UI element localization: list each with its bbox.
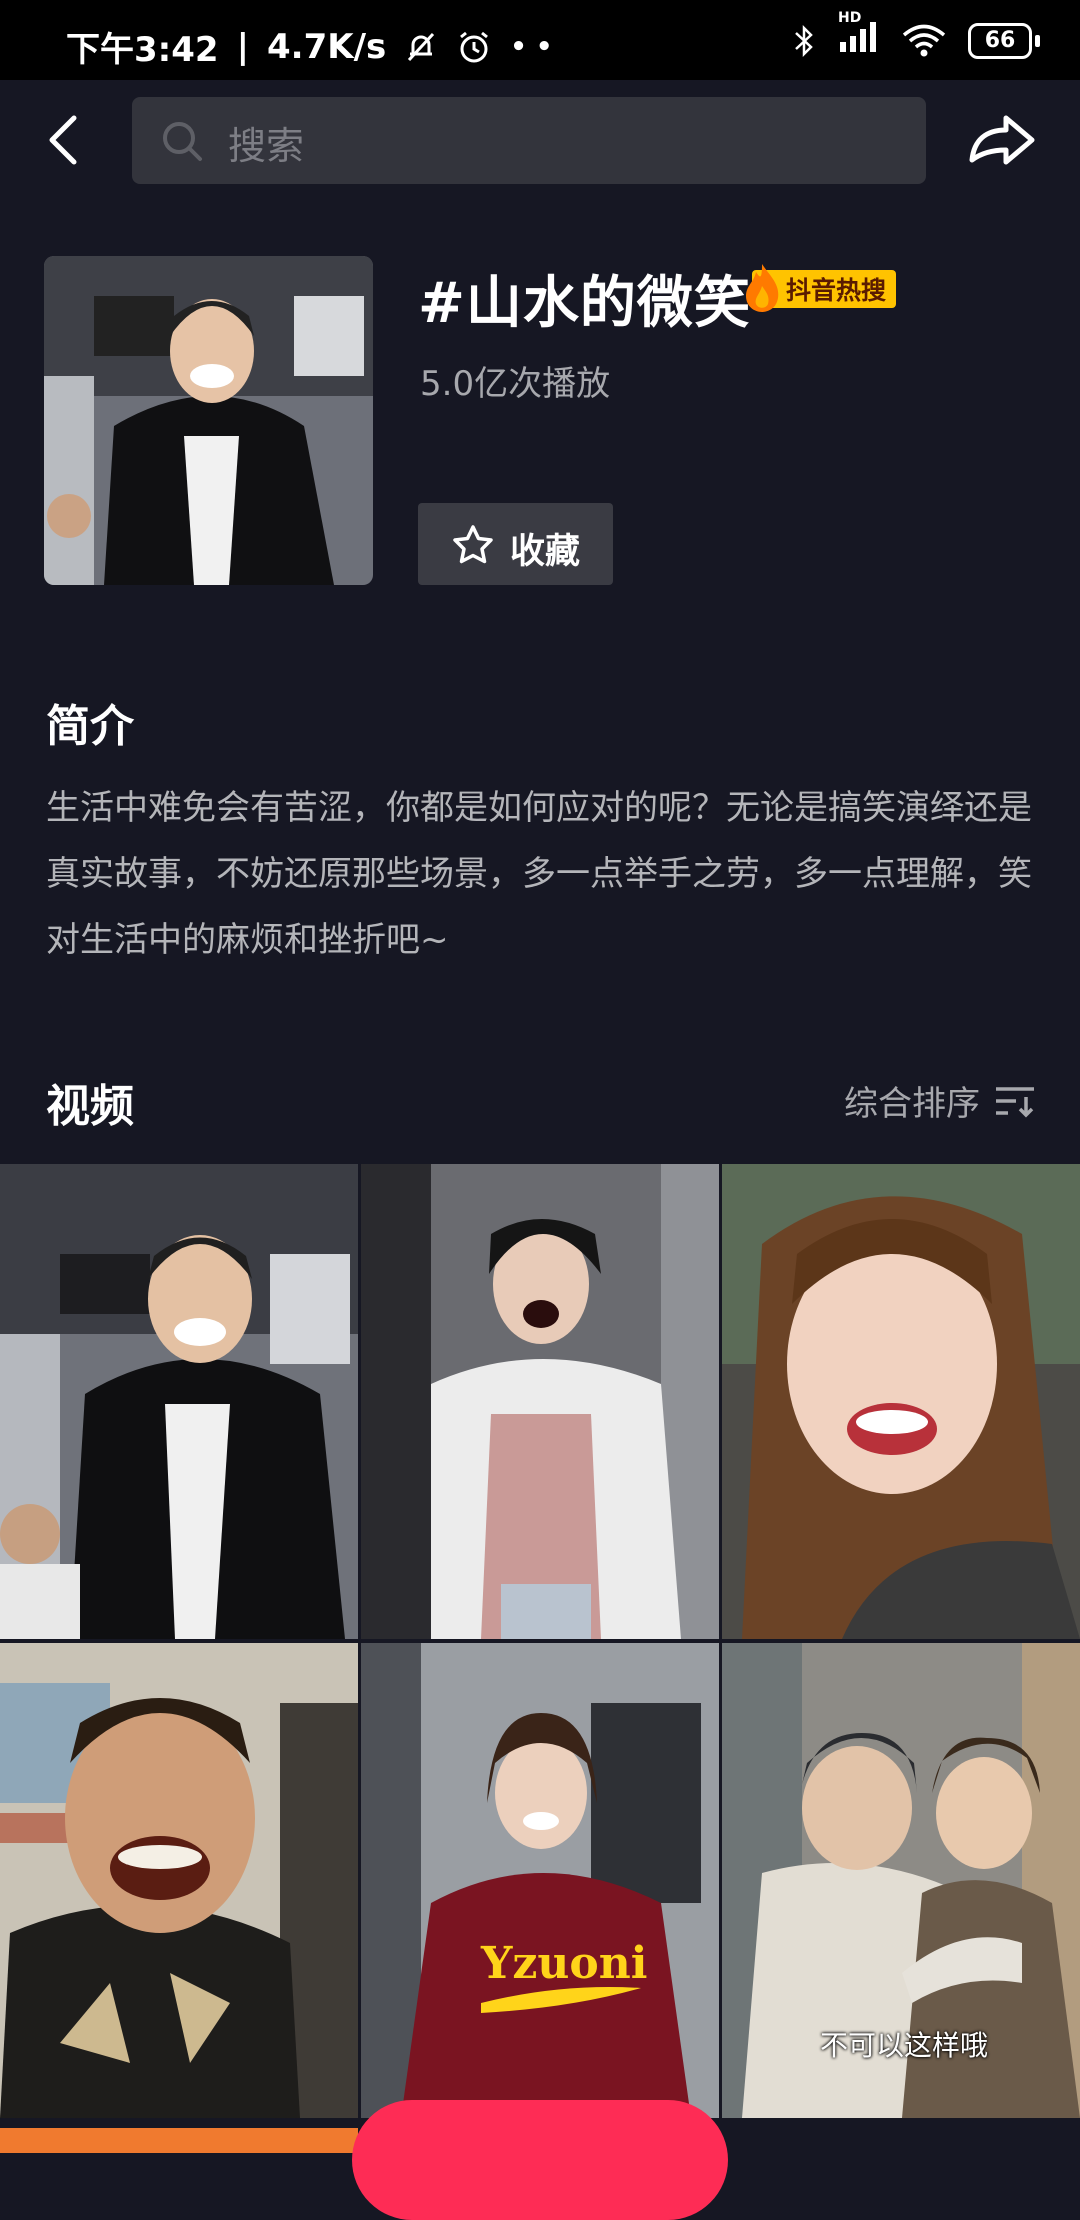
bluetooth-icon: [795, 24, 813, 57]
hd-label: HD: [838, 10, 862, 26]
play-count: 5.0亿次播放: [420, 364, 611, 404]
hot-search-badge[interactable]: 抖音热搜: [746, 264, 897, 312]
status-bar: 下午3:42 | 4.7K/s • • HD 66: [0, 0, 1080, 80]
wifi-icon: [902, 24, 946, 56]
status-net-speed: 4.7K/s: [267, 26, 387, 67]
search-placeholder: 搜索: [228, 124, 305, 168]
video-thumbnail[interactable]: [0, 1164, 358, 1639]
share-button[interactable]: [964, 102, 1040, 178]
search-icon: [163, 122, 202, 161]
battery-level: 66: [984, 28, 1016, 53]
alarm-icon: [460, 31, 489, 62]
video-grid: Yzuoni: [0, 1164, 1080, 2153]
sort-label: 综合排序: [844, 1084, 980, 1124]
favorite-label: 收藏: [510, 532, 581, 572]
top-bar: 搜索: [0, 80, 1080, 200]
grid-divider: [0, 1639, 1080, 1643]
hot-badge-label: 抖音热搜: [786, 276, 887, 305]
topic-cover-image[interactable]: [44, 256, 373, 585]
status-separator: |: [236, 26, 249, 67]
more-dots-icon: • •: [510, 31, 553, 62]
grid-divider: [719, 1164, 722, 2153]
sort-button[interactable]: 综合排序: [844, 1076, 1036, 1125]
video-thumbnail[interactable]: [722, 1164, 1080, 1639]
battery-icon: 66: [968, 22, 1040, 59]
video-thumbnail[interactable]: [0, 1643, 358, 2118]
intro-heading: 简介: [46, 701, 134, 752]
signal-icon: HD: [838, 10, 880, 61]
status-time: 下午3:42: [66, 30, 219, 70]
star-icon: [453, 525, 493, 564]
intro-text: 生活中难免会有苦涩，你都是如何应对的呢？无论是搞笑演绎还是真实故事，不妨还原那些…: [46, 788, 1032, 960]
shoot-button[interactable]: [352, 2100, 728, 2220]
favorite-button[interactable]: 收藏: [418, 503, 613, 585]
sort-icon: [996, 1086, 1034, 1117]
next-row-thumbnail[interactable]: [0, 2128, 358, 2153]
flame-icon: [746, 264, 779, 312]
search-input[interactable]: 搜索: [132, 97, 926, 184]
topic-title: #山水的微笑: [418, 271, 751, 336]
grid-divider: [358, 1164, 361, 2153]
video-thumbnail[interactable]: [361, 1164, 719, 1639]
bell-muted-icon: [408, 32, 435, 61]
back-button[interactable]: [34, 108, 98, 172]
video-thumbnail[interactable]: Yzuoni: [361, 1643, 719, 2118]
videos-heading: 视频: [46, 1081, 134, 1132]
video-caption: 不可以这样哦: [820, 2029, 989, 2062]
hoodie-text: Yzuoni: [480, 1938, 647, 1989]
